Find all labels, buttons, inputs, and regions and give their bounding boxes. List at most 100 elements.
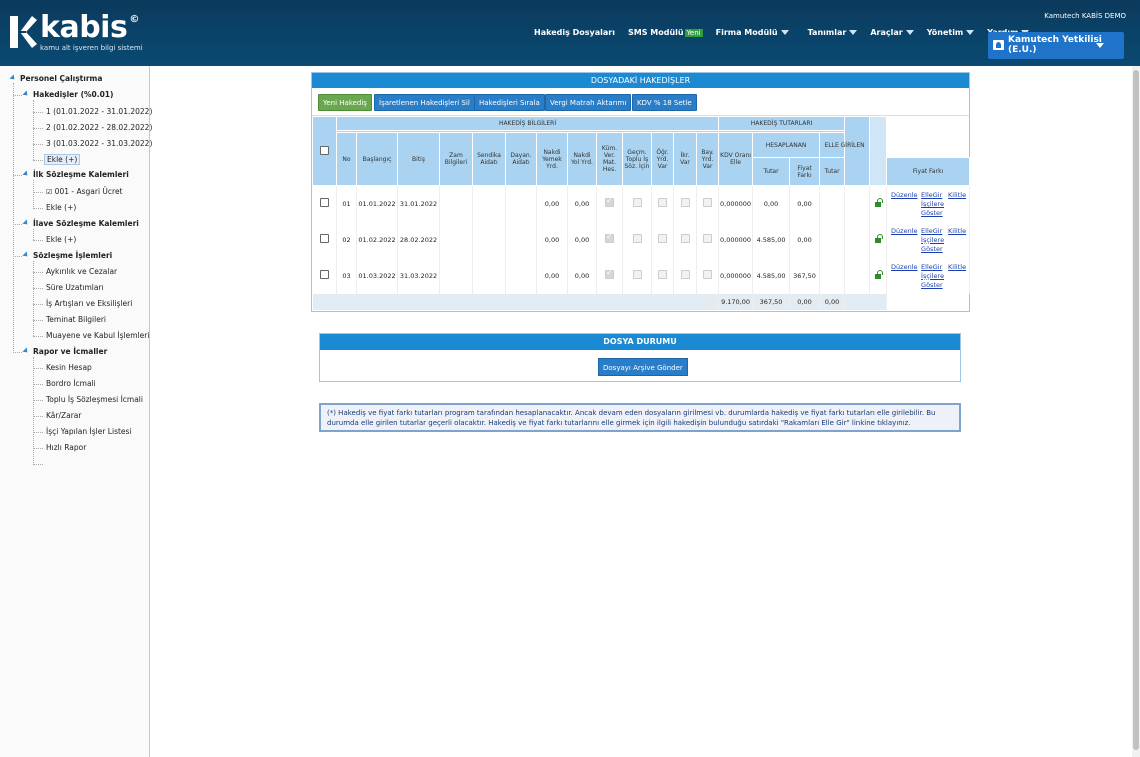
row-checkbox[interactable] bbox=[319, 270, 329, 279]
cell-fiyat-farki: 0,00 bbox=[789, 185, 821, 222]
nav-hakedis-dosyalari[interactable]: Hakediş Dosyaları bbox=[534, 28, 615, 37]
tree-item-kesin-hesap[interactable]: Kesin Hesap bbox=[46, 363, 92, 372]
tree-item-ilave-ekle[interactable]: Ekle (+) bbox=[46, 235, 76, 244]
tree-item-aykirilik[interactable]: Aykırılık ve Cezalar bbox=[46, 267, 117, 276]
logo-tagline: kamu alt işveren bilgi sistemi bbox=[40, 44, 143, 52]
cell-yemek: 0,00 bbox=[536, 185, 568, 222]
tree-section-hakedisler[interactable]: Hakedişler (%0.01) bbox=[22, 90, 113, 99]
tree-item-muayene[interactable]: Muayene ve Kabul İşlemleri bbox=[46, 331, 149, 340]
tree-item-hakedis-ekle[interactable]: Ekle (+) bbox=[44, 154, 81, 165]
disabled-checked-checkbox bbox=[605, 232, 614, 243]
tree-item-kar-zarar[interactable]: Kâr/Zarar bbox=[46, 411, 82, 420]
cell-yemek: 0,00 bbox=[536, 221, 568, 258]
goster-link[interactable]: Göster bbox=[921, 280, 943, 290]
tree-section-ilave-sozlesme[interactable]: İlave Sözleşme Kalemleri bbox=[22, 219, 139, 228]
cell-yol: 0,00 bbox=[567, 185, 597, 222]
tree-item-hizli-rapor[interactable]: Hızlı Rapor bbox=[46, 443, 86, 452]
col-elle-tutar: Tutar bbox=[819, 157, 846, 186]
tree-item-ilk-ekle[interactable]: Ekle (+) bbox=[46, 203, 76, 212]
send-to-archive-button[interactable]: Dosyayı Arşive Gönder bbox=[598, 358, 688, 376]
cell-yemek: 0,00 bbox=[536, 257, 568, 294]
lock-link[interactable]: Kilitle bbox=[948, 190, 966, 200]
cell-yol: 0,00 bbox=[567, 257, 597, 294]
info-note: (*) Hakediş ve fiyat farkı tutarları pro… bbox=[319, 403, 961, 432]
chevron-down-icon bbox=[780, 30, 789, 35]
expand-arrow-icon bbox=[22, 251, 30, 259]
nav-sms-modulu[interactable]: SMS Modülü Yeni bbox=[628, 28, 703, 37]
tree-item-is-artislari[interactable]: İş Artışları ve Eksilişleri bbox=[46, 299, 132, 308]
kabis-logo[interactable]: kabis © kamu alt işveren bilgi sistemi bbox=[6, 10, 143, 58]
expand-arrow-icon bbox=[22, 347, 30, 355]
disabled-checked-checkbox bbox=[605, 196, 614, 208]
cell-fiyat-farki: 0,00 bbox=[789, 221, 821, 258]
cell-end: 31.03.2022 bbox=[397, 257, 440, 294]
col-baslangic: Başlangıç bbox=[356, 132, 398, 186]
nav-yonetim[interactable]: Yönetim bbox=[927, 28, 975, 37]
edit-link[interactable]: Düzenle bbox=[891, 262, 917, 272]
lock-link[interactable]: Kilitle bbox=[948, 262, 966, 272]
select-all-checkbox[interactable] bbox=[320, 145, 329, 155]
edit-link[interactable]: Düzenle bbox=[891, 190, 917, 200]
tree-root[interactable]: Personel Çalıştırma bbox=[9, 74, 102, 83]
tree-section-sozlesme-islemleri[interactable]: Sözleşme İşlemleri bbox=[22, 251, 112, 260]
col-ogrenim: Öğr. Yrd. Var bbox=[651, 132, 674, 186]
nav-tanimlar[interactable]: Tanımlar bbox=[808, 28, 858, 37]
nav-firma-modulu[interactable]: Firma Modülü bbox=[716, 28, 789, 37]
disabled-checkbox bbox=[703, 270, 713, 279]
col-dayanisma: Dayan. Aidatı bbox=[505, 132, 537, 186]
col-tutar: Tutar bbox=[752, 157, 791, 186]
tree-item-isci-isler[interactable]: İşçi Yapılan İşler Listesi bbox=[46, 427, 132, 436]
tax-transfer-button[interactable]: Vergi Matrah Aktarımı bbox=[545, 94, 632, 111]
file-status-title: DOSYA DURUMU bbox=[320, 334, 960, 350]
tree-section-rapor[interactable]: Rapor ve İcmaller bbox=[22, 347, 107, 356]
row-checkbox[interactable] bbox=[319, 198, 329, 208]
disabled-checkbox bbox=[703, 198, 713, 208]
col-sendika: Sendika Aidatı bbox=[472, 132, 506, 186]
page-scrollbar[interactable] bbox=[1132, 66, 1140, 757]
total-elle-tutar: 0,00 bbox=[789, 293, 821, 310]
tree-item-hakedis-3[interactable]: 3 (01.03.2022 - 31.03.2022) bbox=[46, 139, 152, 148]
tree-item-hakedis-1[interactable]: 1 (01.01.2022 - 31.01.2022) bbox=[46, 107, 152, 116]
tree-item-toplu-is[interactable]: Toplu İş Sözleşmesi İcmali bbox=[46, 395, 143, 404]
toolbar: Yeni Hakediş İşaretlenen Hakedişleri Sil… bbox=[312, 88, 969, 116]
tree-item-hakedis-2[interactable]: 2 (01.02.2022 - 28.02.2022) bbox=[46, 123, 152, 132]
col-yemek: Nakdi Yemek Yrd. bbox=[536, 132, 568, 186]
logo-text: kabis © bbox=[40, 10, 139, 45]
row-checkbox[interactable] bbox=[319, 234, 329, 243]
col-kdv: KDV Oranı Elle bbox=[718, 132, 754, 186]
tree-item-teminat[interactable]: Teminat Bilgileri bbox=[46, 315, 106, 324]
chevron-down-icon bbox=[1096, 43, 1104, 48]
cell-elle-tutar bbox=[819, 221, 846, 258]
tree-section-ilk-sozlesme[interactable]: İlk Sözleşme Kalemleri bbox=[22, 170, 129, 179]
user-menu-button[interactable]: Kamutech Yetkilisi (E.U.) bbox=[988, 32, 1124, 59]
tree-item-bordro-icmali[interactable]: Bordro İcmali bbox=[46, 379, 96, 388]
expand-arrow-icon bbox=[22, 90, 30, 98]
select-all-cell bbox=[312, 116, 337, 186]
expand-arrow-icon bbox=[9, 74, 17, 82]
total-fiyat-farki: 367,50 bbox=[752, 293, 791, 310]
new-hakedis-button[interactable]: Yeni Hakediş bbox=[318, 94, 372, 111]
disabled-checked-checkbox bbox=[605, 268, 614, 279]
goster-link[interactable]: Göster bbox=[921, 208, 943, 218]
edit-link[interactable]: Düzenle bbox=[891, 226, 917, 236]
goster-link[interactable]: Göster bbox=[921, 244, 943, 254]
table-row: 03 01.03.2022 31.03.2022 0,00 0,00 0,000… bbox=[312, 257, 971, 294]
user-name: Kamutech Yetkilisi (E.U.) bbox=[1008, 35, 1102, 55]
col-kum-ver: Küm. Ver. Mat. Hes. bbox=[596, 132, 623, 186]
disabled-checkbox bbox=[632, 198, 642, 208]
hakedisler-panel: DOSYADAKİ HAKEDİŞLER Yeni Hakediş İşaret… bbox=[311, 72, 971, 312]
sort-hakedis-button[interactable]: Hakedişleri Sırala bbox=[474, 94, 545, 111]
lock-link[interactable]: Kilitle bbox=[948, 226, 966, 236]
col-no: No bbox=[336, 132, 357, 186]
cell-no: 02 bbox=[336, 221, 357, 258]
cell-kdv: 0,000000 bbox=[718, 257, 754, 294]
nav-araclar[interactable]: Araçlar bbox=[870, 28, 914, 37]
disabled-checkbox bbox=[680, 270, 690, 279]
cell-start: 01.02.2022 bbox=[356, 221, 398, 258]
kdv-set-button[interactable]: KDV % 18 Setle bbox=[632, 94, 697, 111]
tree-item-asgari-ucret[interactable]: ☑ 001 - Asgari Ücret bbox=[46, 187, 123, 196]
cell-kdv: 0,000000 bbox=[718, 221, 754, 258]
tree-item-sure-uzatimlari[interactable]: Süre Uzatımları bbox=[46, 283, 104, 292]
delete-selected-button[interactable]: İşaretlenen Hakedişleri Sil bbox=[374, 94, 475, 111]
scrollbar-thumb[interactable] bbox=[1133, 70, 1139, 750]
